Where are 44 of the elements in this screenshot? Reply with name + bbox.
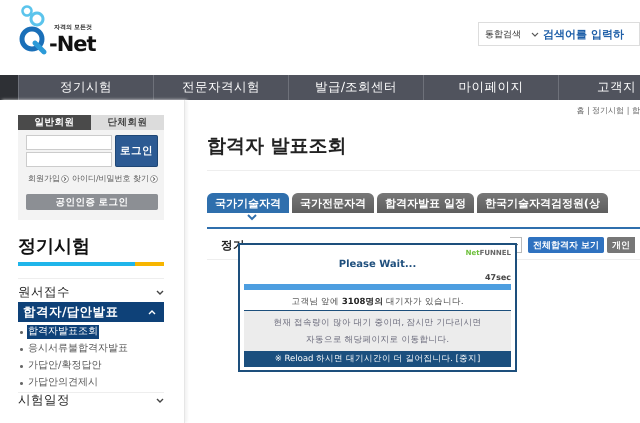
arrow-circle-icon bbox=[150, 174, 158, 182]
section-title: 정기시험 bbox=[18, 236, 91, 258]
chevron-down-icon bbox=[156, 397, 164, 404]
dialog-title: Please Wait... bbox=[338, 259, 418, 270]
chevron-down-icon bbox=[247, 213, 257, 221]
submenu-item[interactable]: 가답안의견제시 bbox=[27, 376, 99, 390]
page-title: 합격자 발표조회 bbox=[207, 134, 348, 158]
nav-link[interactable]: 발급/조회센터 bbox=[288, 75, 423, 100]
id-field[interactable] bbox=[26, 135, 112, 150]
notice-text: 현재 접속량이 많아 대기 중이며, 잠시만 기다리시면 bbox=[274, 316, 482, 328]
password-field[interactable] bbox=[26, 152, 112, 167]
nav-link[interactable]: 정기시험 bbox=[18, 75, 153, 100]
arrow-circle-icon bbox=[61, 174, 69, 182]
login-button[interactable]: 로그인 bbox=[115, 135, 158, 167]
nav-link[interactable]: 고객지 bbox=[558, 75, 638, 100]
individual-button[interactable]: 개인 bbox=[607, 237, 636, 253]
nav-link[interactable]: 마이페이지 bbox=[423, 75, 558, 100]
nav-link[interactable]: 전문자격시험 bbox=[153, 75, 288, 100]
menu-item[interactable]: 합격자/답안발표 bbox=[18, 302, 164, 322]
notice-text: 자동으로 해당페이지로 이동합니다. bbox=[306, 334, 450, 346]
bullet-icon bbox=[20, 330, 23, 334]
remaining-time: 47sec bbox=[484, 273, 511, 282]
bullet-icon bbox=[20, 382, 23, 384]
category-tab[interactable]: 합격자발표 일정 bbox=[377, 193, 474, 213]
bullet-icon bbox=[20, 364, 23, 368]
bullet-icon bbox=[20, 348, 23, 350]
chevron-up-icon bbox=[148, 308, 156, 316]
member-type-tab[interactable]: 단체회원 bbox=[91, 115, 164, 130]
member-type-tab[interactable]: 일반회원 bbox=[18, 115, 91, 130]
login-link[interactable]: 회원가입 bbox=[28, 173, 69, 184]
breadcrumb: 홈 | 정기시험 | 합 bbox=[575, 105, 640, 116]
category-tab[interactable]: 국가기술자격 bbox=[207, 193, 289, 213]
category-tab[interactable]: 한국기술자격검정원(상 bbox=[476, 193, 608, 213]
submenu-item[interactable]: 가답안/확정답안 bbox=[27, 359, 102, 373]
logo-name: -Net bbox=[49, 33, 96, 55]
submenu-item[interactable]: 합격자발표조회 bbox=[27, 325, 99, 339]
category-tab[interactable]: 국가전문자격 bbox=[292, 193, 374, 213]
menu-item[interactable]: 시험일정 bbox=[18, 392, 164, 408]
reload-warning-bar: ※ Reload 하시면 대기시간이 더 길어집니다. [중지] bbox=[244, 351, 511, 367]
view-all-button[interactable]: 전체합격자 보기 bbox=[528, 237, 604, 253]
logo-rings-icon bbox=[18, 5, 48, 55]
submenu-item[interactable]: 응시서류불합격자발표 bbox=[27, 342, 129, 356]
chevron-down-icon bbox=[156, 288, 164, 296]
login-link[interactable]: 아이디/비밀번호 찾기 bbox=[72, 173, 158, 184]
